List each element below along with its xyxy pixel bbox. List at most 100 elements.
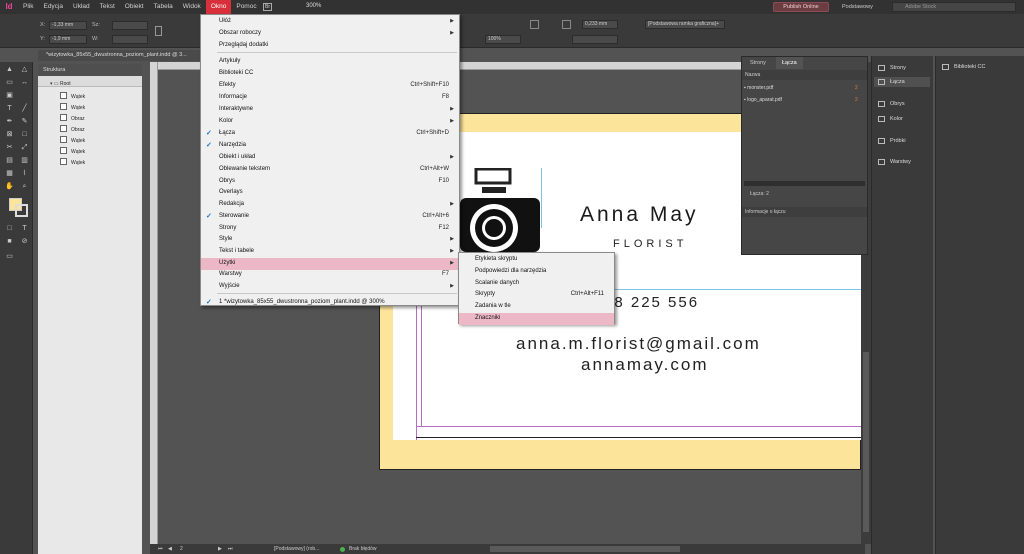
menu-pomoc[interactable]: Pomoc — [231, 0, 261, 14]
pen-tool-icon[interactable]: ✒ — [5, 117, 14, 126]
okno-menu-item[interactable]: Obszar roboczy ▶ — [201, 28, 459, 40]
zoom-tool-icon[interactable]: ⌕ — [20, 182, 29, 191]
okno-menu-item[interactable]: Przeglądaj dodatki — [201, 40, 459, 52]
publish-online-button[interactable]: Publish Online — [773, 2, 829, 12]
eyedropper-tool-icon[interactable]: ⌇ — [20, 169, 29, 178]
vertical-scroll-thumb[interactable] — [863, 352, 869, 532]
last-page-icon[interactable]: ⏭ — [228, 544, 233, 554]
menu-plik[interactable]: Plik — [18, 0, 38, 14]
horizontal-scroll-thumb[interactable] — [490, 546, 680, 552]
okno-menu-item[interactable]: Interaktywne ▶ — [201, 104, 459, 116]
gap-tool-icon[interactable]: ↔ — [20, 78, 29, 87]
x-field[interactable]: -1,33 mm — [49, 21, 87, 30]
uzytki-submenu-item[interactable]: Skrypty Ctrl+Alt+F11 — [459, 289, 614, 301]
width-field[interactable] — [112, 21, 148, 30]
stroke-swatch[interactable] — [15, 204, 28, 217]
workspace-switcher[interactable]: Podstawowy — [842, 2, 873, 12]
dock-strony[interactable]: Strony — [878, 63, 906, 73]
links-column-header[interactable]: Nazwa — [742, 70, 867, 80]
uzytki-submenu-item[interactable]: Etykieta skryptu — [459, 254, 614, 266]
selection-tool-icon[interactable]: ▲ — [5, 65, 14, 74]
dock-lacza[interactable]: Łącza — [874, 77, 930, 87]
okno-menu-item[interactable]: Tekst i tabele ▶ — [201, 246, 459, 258]
page-number[interactable]: 2 — [180, 544, 183, 554]
card-role[interactable]: FLORIST — [613, 238, 687, 250]
menu-tekst[interactable]: Tekst — [95, 0, 120, 14]
okno-menu-item[interactable]: Biblioteki CC — [201, 68, 459, 80]
gradient-swatch-tool-icon[interactable]: ▤ — [5, 156, 14, 165]
stock-search-input[interactable]: Adobe Stock — [892, 2, 1016, 12]
direct-selection-tool-icon[interactable]: △ — [20, 65, 29, 74]
fill-frame-icon[interactable] — [530, 20, 539, 29]
content-collector-icon[interactable]: ▣ — [5, 91, 14, 100]
apply-none-icon[interactable]: ⊘ — [20, 237, 29, 246]
formatting-text-icon[interactable]: T — [20, 224, 29, 233]
tree-item[interactable]: Wątek — [60, 135, 85, 144]
y-field[interactable]: -1,9 mm — [49, 35, 87, 44]
dock-obrys[interactable]: Obrys — [878, 99, 905, 109]
okno-menu-item[interactable]: Sterowanie ✓ Ctrl+Alt+6 — [201, 211, 459, 223]
link-row[interactable]: ▪ logo_aparat.pdf 2 — [744, 96, 865, 105]
okno-menu-item[interactable]: Informacje F8 — [201, 92, 459, 104]
card-phone[interactable]: 58 225 556 — [604, 294, 699, 311]
vertical-ruler[interactable] — [150, 62, 158, 544]
card-name[interactable]: Anna May — [580, 203, 699, 227]
free-transform-tool-icon[interactable]: ⤢ — [20, 143, 29, 152]
prev-page-icon[interactable]: ◀ — [168, 544, 172, 554]
tree-item[interactable]: Obraz — [60, 113, 85, 122]
okno-menu-item[interactable]: Oblewanie tekstem Ctrl+Alt+W — [201, 164, 459, 176]
okno-menu-item[interactable]: Obiekt i układ ▶ — [201, 152, 459, 164]
menu-obiekt[interactable]: Obiekt — [120, 0, 149, 14]
preflight-text[interactable]: Brak błędów — [349, 544, 377, 554]
tree-item[interactable]: Obraz — [60, 124, 85, 133]
dock-biblioteki-cc[interactable]: Biblioteki CC — [942, 62, 985, 72]
menu-edycja[interactable]: Edycja — [38, 0, 68, 14]
okno-menu-item[interactable]: Style ▶ — [201, 234, 459, 246]
camera-logo[interactable] — [460, 167, 542, 252]
okno-menu-item[interactable]: 1 *wizytowka_85x55_dwustronna_poziom_pla… — [201, 297, 459, 309]
note-tool-icon[interactable]: ▦ — [5, 169, 14, 178]
okno-menu-item[interactable]: Redakcja ▶ — [201, 199, 459, 211]
link-info-header[interactable]: Informacje o łączu — [742, 207, 867, 217]
tree-item[interactable]: Wątek — [60, 91, 85, 100]
first-page-icon[interactable]: ⏮ — [158, 544, 163, 554]
tab-strony[interactable]: Strony — [744, 57, 772, 69]
opacity-field[interactable]: 100% — [485, 35, 521, 44]
okno-menu-item[interactable]: Artykuły — [201, 56, 459, 68]
card-website[interactable]: annamay.com — [581, 355, 709, 375]
height-field[interactable] — [112, 35, 148, 44]
stroke-weight-field[interactable]: 0,233 mm — [582, 20, 618, 29]
uzytki-submenu-item[interactable]: Podpowiedzi dla narzędzia — [459, 266, 614, 278]
dock-probki[interactable]: Próbki — [878, 136, 906, 146]
menu-uklad[interactable]: Układ — [68, 0, 95, 14]
okno-menu-item[interactable]: Ułóż ▶ — [201, 16, 459, 28]
master-style[interactable]: [Podstawowy] (rob... — [274, 544, 319, 554]
okno-menu-item[interactable]: Strony F12 — [201, 223, 459, 235]
okno-menu-item[interactable]: Obrys F10 — [201, 176, 459, 188]
okno-menu-item[interactable]: Wyjście ▶ — [201, 281, 459, 293]
link-row[interactable]: ▪ monster.pdf 2 — [744, 84, 865, 93]
links-scrollbar[interactable] — [744, 181, 865, 186]
menu-widok[interactable]: Widok — [178, 0, 206, 14]
fit-content-icon[interactable] — [562, 20, 571, 29]
menu-tabela[interactable]: Tabela — [149, 0, 178, 14]
okno-menu-item[interactable]: Użytki ▶ — [201, 258, 459, 270]
menu-okno[interactable]: Okno — [205, 0, 232, 14]
rectangle-tool-icon[interactable]: □ — [20, 130, 29, 139]
link-proportions-icon[interactable] — [155, 26, 162, 36]
tab-lacza[interactable]: Łącza — [776, 57, 803, 69]
okno-menu-item[interactable]: Łącza ✓ Ctrl+Shift+D — [201, 128, 459, 140]
bridge-icon[interactable]: Br — [263, 3, 272, 11]
uzytki-submenu-item[interactable]: Znaczniki — [459, 313, 614, 325]
okno-menu-item[interactable]: Efekty Ctrl+Shift+F10 — [201, 80, 459, 92]
dock-kolor[interactable]: Kolor — [878, 114, 903, 124]
screen-mode-icon[interactable]: ▭ — [5, 252, 14, 261]
next-page-icon[interactable]: ▶ — [218, 544, 222, 554]
pencil-tool-icon[interactable]: ✎ — [20, 117, 29, 126]
zoom-level[interactable]: 300% — [306, 3, 321, 9]
card-email[interactable]: anna.m.florist@gmail.com — [516, 334, 761, 354]
formatting-container-icon[interactable]: □ — [5, 224, 14, 233]
page-tool-icon[interactable]: ▭ — [5, 78, 14, 87]
tree-root[interactable]: ▾ ▭ Root — [50, 80, 71, 89]
line-tool-icon[interactable]: ╱ — [20, 104, 29, 113]
